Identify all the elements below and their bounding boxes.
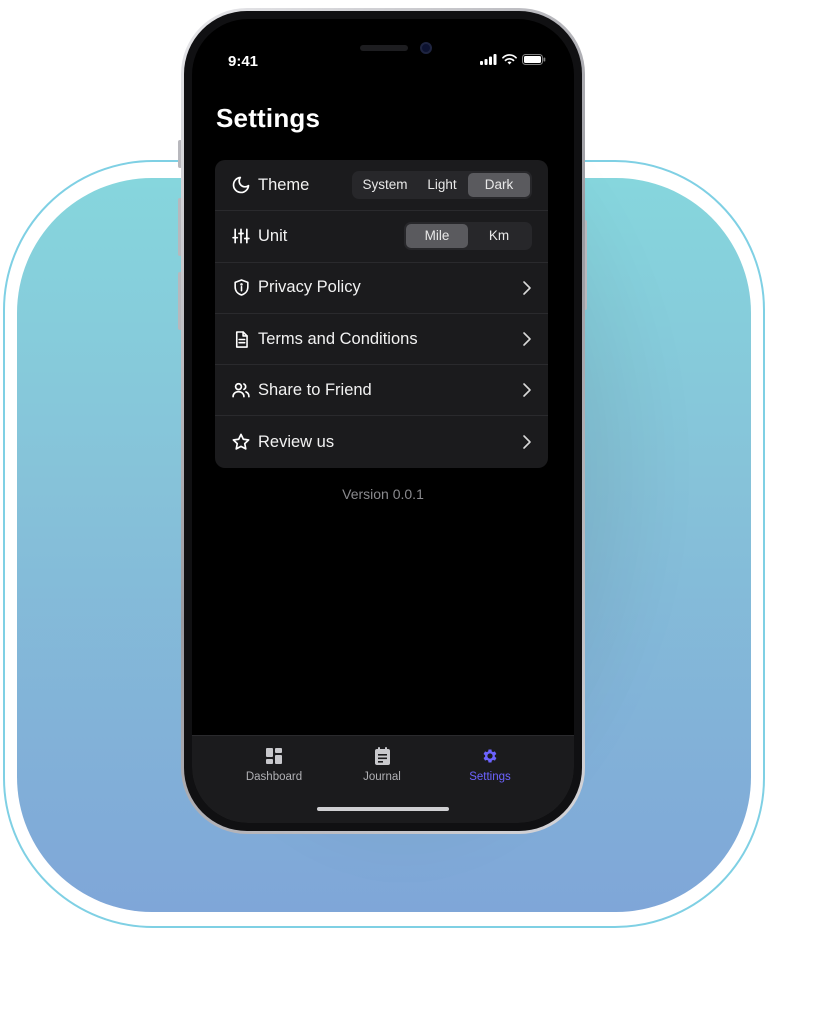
chevron-right-icon (523, 435, 531, 449)
theme-option-system[interactable]: System (354, 173, 416, 197)
theme-label: Theme (258, 175, 310, 194)
tab-settings[interactable]: Settings (440, 746, 540, 783)
review-label: Review us (258, 432, 335, 451)
journal-icon (332, 746, 432, 766)
unit-segmented-control: Mile Km (404, 222, 532, 251)
terms-label: Terms and Conditions (258, 329, 418, 348)
chevron-right-icon (523, 383, 531, 398)
shield-icon (231, 278, 251, 298)
speaker-grille (360, 45, 408, 51)
home-indicator (317, 807, 449, 811)
gear-icon (440, 746, 540, 766)
share-row[interactable]: Share to Friend (215, 365, 548, 417)
unit-row: Unit Mile Km (215, 211, 548, 263)
tab-label: Journal (363, 771, 401, 783)
unit-label: Unit (258, 226, 288, 245)
status-time: 9:41 (228, 53, 259, 70)
unit-option-km[interactable]: Km (468, 224, 530, 248)
tab-journal[interactable]: Journal (332, 746, 432, 783)
version-text: Version 0.0.1 (342, 486, 424, 502)
theme-row: Theme System Light Dark (215, 160, 548, 212)
star-icon (231, 432, 251, 452)
tab-bar: Dashboard Journal Settings (192, 735, 574, 823)
dashboard-icon (224, 746, 324, 766)
privacy-policy-row[interactable]: Privacy Policy (215, 263, 548, 314)
wifi-icon (502, 54, 517, 65)
review-row[interactable]: Review us (215, 416, 548, 467)
theme-option-light[interactable]: Light (416, 173, 468, 197)
app-screen: 9:41 Settings Theme System Light Dark Un… (192, 19, 574, 823)
moon-icon (231, 175, 251, 195)
sliders-icon (231, 226, 251, 246)
unit-option-mile[interactable]: Mile (406, 224, 468, 249)
chevron-right-icon (523, 332, 531, 346)
privacy-policy-label: Privacy Policy (258, 278, 361, 297)
chevron-right-icon (523, 280, 531, 295)
front-camera (420, 42, 432, 54)
document-icon (231, 329, 251, 349)
theme-segmented-control: System Light Dark (352, 171, 532, 200)
page-title: Settings (216, 103, 321, 133)
phone-frame: 9:41 Settings Theme System Light Dark Un… (181, 8, 585, 834)
users-icon (231, 380, 251, 400)
tab-label: Dashboard (245, 771, 303, 783)
theme-option-dark[interactable]: Dark (468, 173, 530, 198)
battery-icon (522, 54, 546, 65)
tab-dashboard[interactable]: Dashboard (224, 746, 324, 783)
share-label: Share to Friend (258, 380, 372, 399)
terms-row[interactable]: Terms and Conditions (215, 314, 548, 366)
signal-icon (480, 54, 497, 65)
status-icons (480, 54, 546, 65)
settings-card: Theme System Light Dark Unit Mile Km Pri… (215, 160, 548, 468)
tab-label: Settings (469, 771, 511, 783)
